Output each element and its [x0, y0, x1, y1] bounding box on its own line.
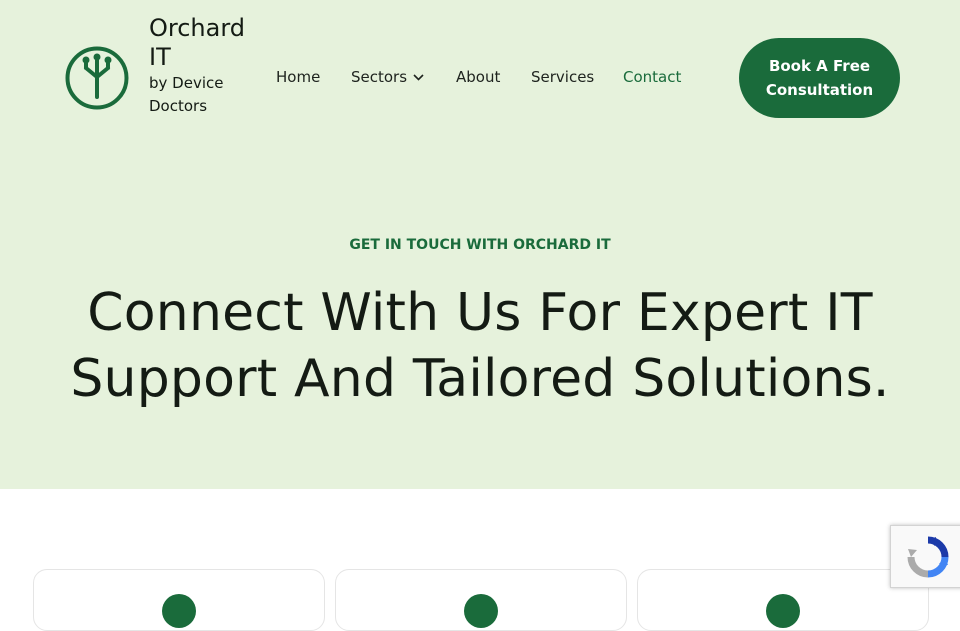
- nav-item-label: Sectors: [351, 68, 408, 86]
- hero-section: Orchard IT by Device Doctors Home Sector…: [0, 0, 960, 489]
- cta-label: Book A Free Consultation: [765, 57, 874, 99]
- nav-item-contact[interactable]: Contact: [623, 66, 681, 88]
- nav-item-about[interactable]: About: [456, 66, 500, 88]
- brand-name[interactable]: Orchard IT: [149, 14, 245, 72]
- nav-item-label: Services: [531, 68, 595, 86]
- book-consultation-button[interactable]: Book A Free Consultation: [739, 38, 900, 118]
- contact-card: [335, 569, 627, 631]
- circle-icon: [464, 594, 498, 628]
- recaptcha-icon: [907, 536, 949, 577]
- nav-item-home[interactable]: Home: [276, 66, 320, 88]
- nav-item-label: Contact: [623, 68, 682, 86]
- recaptcha-badge[interactable]: [890, 525, 960, 588]
- contact-card: [33, 569, 325, 631]
- circle-icon: [766, 594, 800, 628]
- nav-item-services[interactable]: Services: [531, 66, 594, 88]
- tree-circle-icon[interactable]: [64, 45, 130, 111]
- eyebrow-label: GET IN TOUCH WITH ORCHARD IT: [349, 237, 611, 253]
- nav-item-label: Home: [276, 68, 321, 86]
- contact-card: [637, 569, 929, 631]
- nav-item-sectors[interactable]: Sectors: [351, 66, 424, 88]
- chevron-down-icon: [413, 74, 424, 81]
- page-title: Connect With Us For Expert IT Support An…: [70, 283, 890, 409]
- circle-icon: [162, 594, 196, 628]
- brand-tagline: by Device Doctors: [149, 74, 224, 115]
- nav-item-label: About: [456, 68, 501, 86]
